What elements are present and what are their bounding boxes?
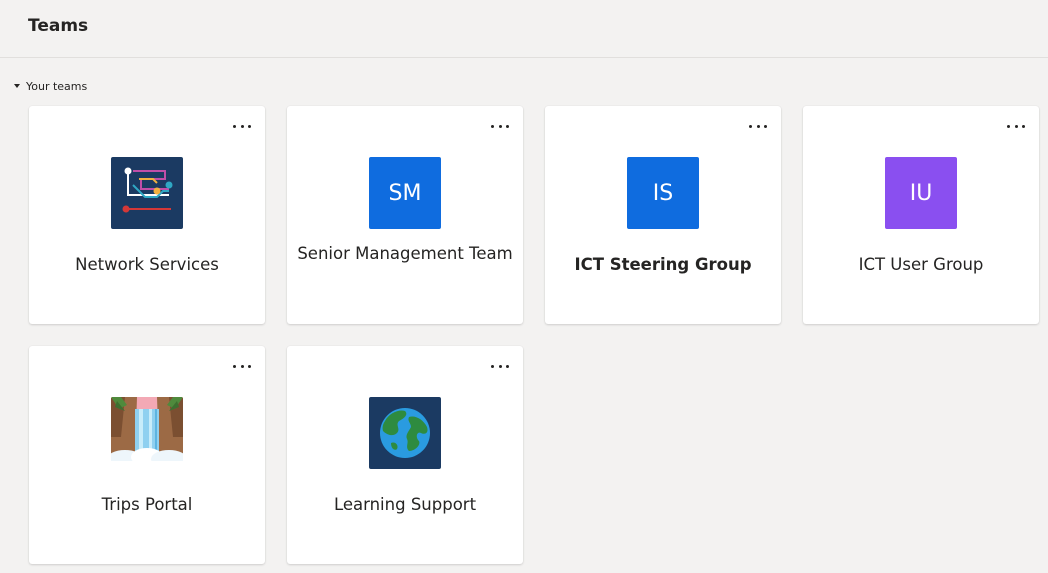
team-card-trips-portal[interactable]: Trips Portal <box>29 346 265 564</box>
team-card-senior-management-team[interactable]: SM Senior Management Team <box>287 106 523 324</box>
team-avatar: SM <box>369 157 441 229</box>
team-card-learning-support[interactable]: Learning Support <box>287 346 523 564</box>
team-name: Senior Management Team <box>297 244 513 263</box>
team-card-network-services[interactable]: Network Services <box>29 106 265 324</box>
team-name: Network Services <box>75 255 219 274</box>
team-initials: IS <box>652 180 674 206</box>
more-options-icon[interactable] <box>491 362 509 370</box>
section-label: Your teams <box>26 79 88 93</box>
team-avatar: IU <box>885 157 957 229</box>
team-card-ict-steering-group[interactable]: IS ICT Steering Group <box>545 106 781 324</box>
team-name: ICT User Group <box>858 255 984 274</box>
team-initials: SM <box>388 180 422 206</box>
team-initials: IU <box>909 180 933 206</box>
team-card-ict-user-group[interactable]: IU ICT User Group <box>803 106 1039 324</box>
more-options-icon[interactable] <box>233 122 251 130</box>
more-options-icon[interactable] <box>1007 122 1025 130</box>
header-bar: Teams <box>0 0 1048 58</box>
more-options-icon[interactable] <box>491 122 509 130</box>
team-name: ICT Steering Group <box>574 255 752 274</box>
globe-icon <box>369 397 441 469</box>
team-avatar: IS <box>627 157 699 229</box>
your-teams-section-toggle[interactable]: Your teams <box>14 79 87 93</box>
waterfall-icon <box>111 397 183 469</box>
team-name: Learning Support <box>333 495 477 514</box>
caret-down-icon <box>14 84 20 88</box>
circuit-icon <box>111 157 183 229</box>
more-options-icon[interactable] <box>233 362 251 370</box>
page-title: Teams <box>28 16 89 36</box>
more-options-icon[interactable] <box>749 122 767 130</box>
team-name: Trips Portal <box>101 495 193 514</box>
